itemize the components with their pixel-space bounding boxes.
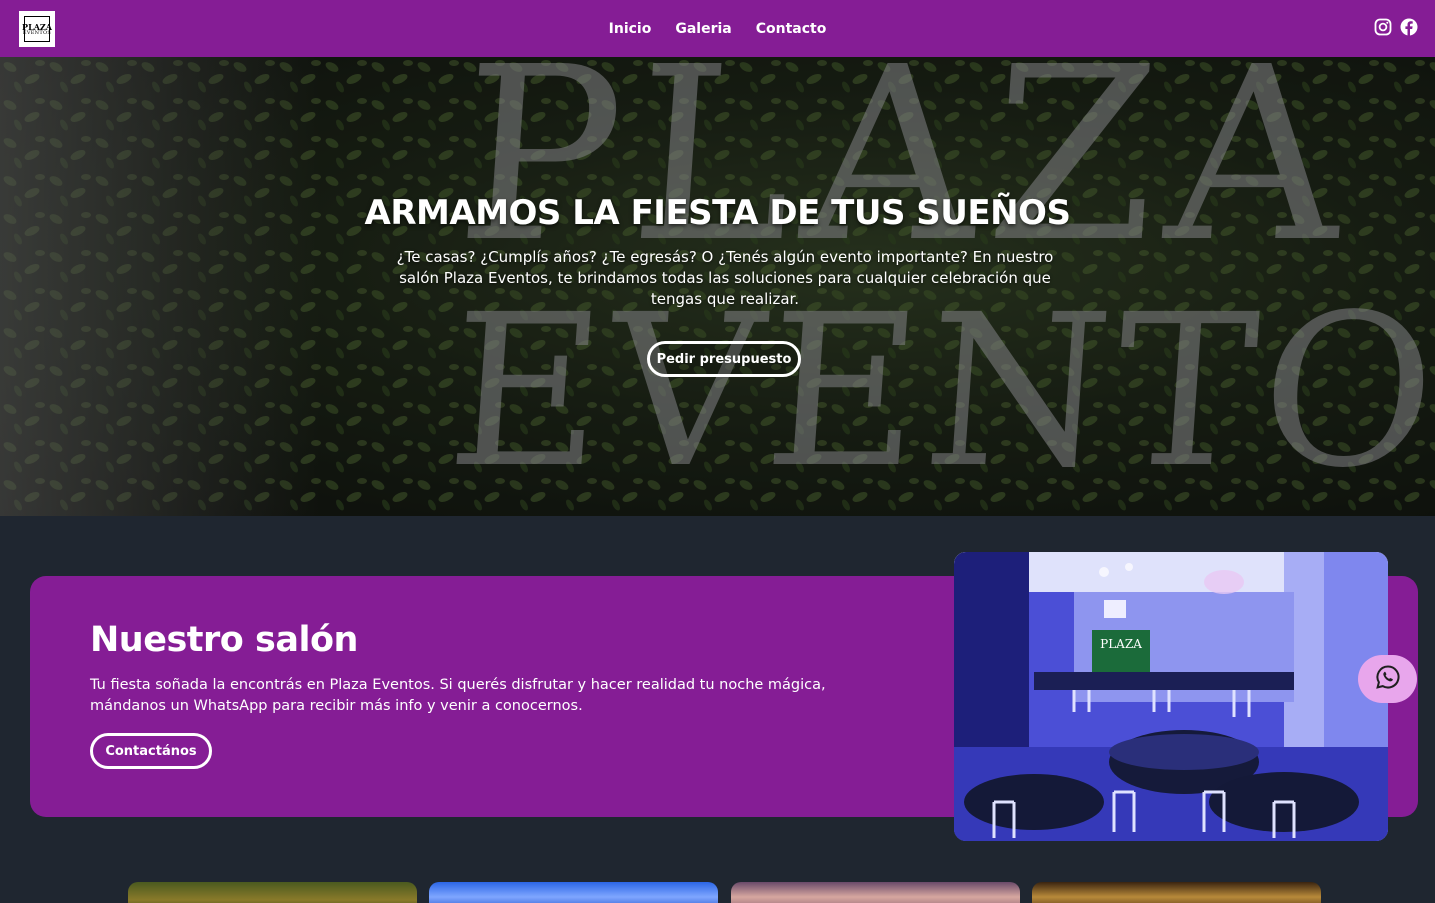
instagram-icon[interactable] [1374, 18, 1392, 36]
hero-content: ARMAMOS LA FIESTA DE TUS SUEÑOS ¿Te casa… [0, 57, 1435, 516]
nav-link-contacto[interactable]: Contacto [756, 21, 827, 37]
salon-photo: PLAZA [954, 552, 1388, 841]
navbar: PLAZA EVENTOS Inicio Galeria Contacto [0, 0, 1435, 57]
nav-link-galeria[interactable]: Galeria [675, 21, 731, 37]
gallery-thumb-2[interactable] [429, 882, 718, 903]
salon-photo-illustration: PLAZA [954, 552, 1388, 841]
plaza-eventos-logo[interactable]: PLAZA EVENTOS [19, 11, 55, 47]
request-quote-button[interactable]: Pedir presupuesto [647, 341, 801, 377]
main-nav: Inicio Galeria Contacto [0, 0, 1435, 57]
hero-title: ARMAMOS LA FIESTA DE TUS SUEÑOS [364, 193, 1071, 233]
hero-section: PLAZA EVENTOS ARMAMOS LA FIESTA DE TUS S… [0, 57, 1435, 516]
photo-sign-text: PLAZA [1100, 637, 1142, 651]
gallery-thumb-4[interactable] [1032, 882, 1321, 903]
nav-link-inicio[interactable]: Inicio [609, 21, 652, 37]
gallery-thumb-3[interactable] [731, 882, 1020, 903]
salon-description: Tu fiesta soñada la encontrás en Plaza E… [90, 677, 826, 714]
salon-title: Nuestro salón [90, 620, 358, 660]
gallery-thumb-1[interactable] [128, 882, 417, 903]
social-links [1374, 18, 1418, 36]
contact-button[interactable]: Contactános [90, 733, 212, 769]
logo-mark: PLAZA EVENTOS [22, 16, 52, 42]
whatsapp-button[interactable] [1358, 655, 1417, 703]
facebook-icon[interactable] [1400, 18, 1418, 36]
hero-description: ¿Te casas? ¿Cumplís años? ¿Te egresás? O… [396, 248, 1054, 308]
logo-bottom-text: EVENTOS [22, 29, 52, 36]
whatsapp-icon [1375, 664, 1401, 694]
